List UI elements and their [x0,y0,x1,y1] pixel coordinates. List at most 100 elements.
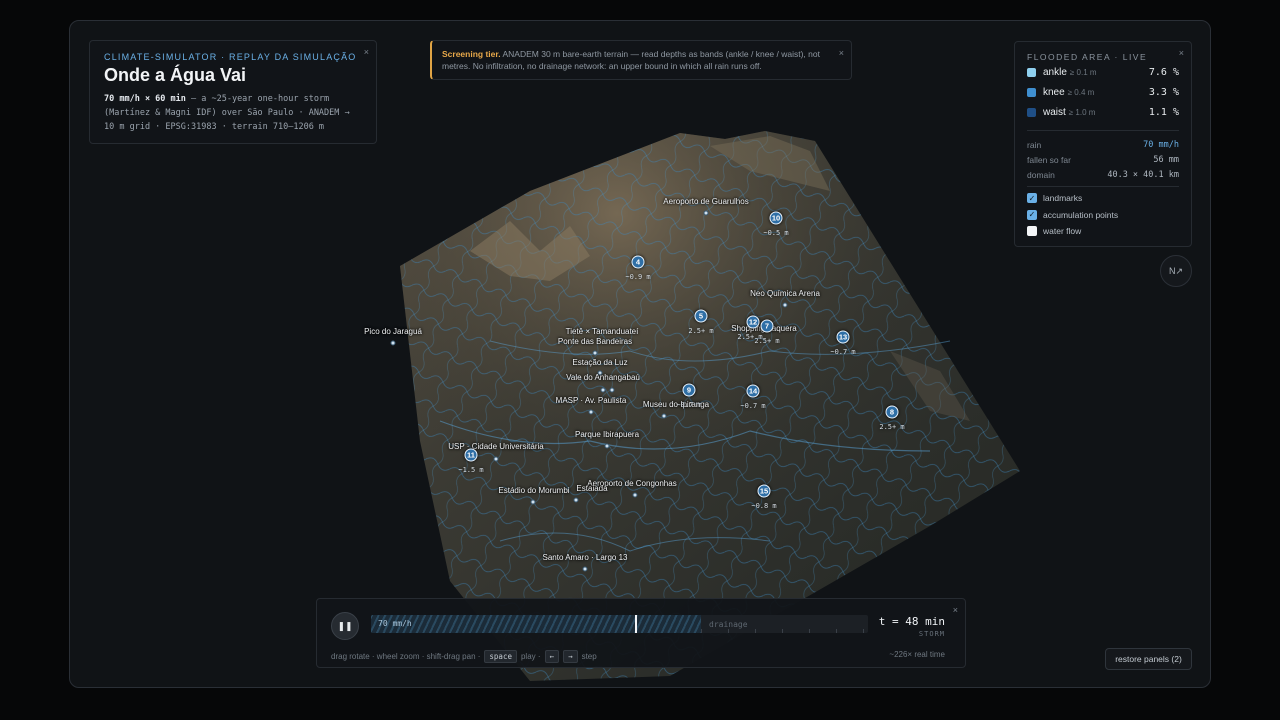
hint-text: play · [520,652,541,661]
landmark-label: Ponte das Bandeiras [557,337,633,346]
landmark-label: Estação da Luz [572,358,628,367]
compass-icon: N↗ [1168,265,1184,276]
accumulation-point[interactable]: 14 [746,384,760,398]
checkbox-unchecked-icon[interactable] [1027,226,1037,237]
accumulation-point[interactable]: 7 [760,319,774,333]
flood-level-ankle: ankle ≥ 0.1 m 7.6 % [1027,63,1179,82]
drainage-phase-label: drainage [709,620,748,629]
pause-icon: ❚❚ [337,620,353,631]
accumulation-point[interactable]: 4 [631,255,645,269]
accumulation-point[interactable]: 10 [769,211,783,225]
pause-button[interactable]: ❚❚ [331,612,359,640]
level-name: knee [1043,87,1065,98]
close-icon[interactable]: × [364,47,369,57]
checkbox-checked-icon[interactable]: ✓ [1027,193,1037,204]
notice-heading: Screening tier. [442,49,501,59]
stat-value: 56 mm [1153,154,1179,165]
level-percent: 1.1 % [1148,107,1179,118]
rain-phase-label: 70 mm/h [378,619,412,628]
point-depth: 2.5+ m [754,337,780,345]
landmark-dot[interactable] [530,499,536,505]
timeline-ticks [701,629,868,633]
toggle-label: landmarks [1043,193,1083,204]
stat-key: fallen so far [1027,154,1071,165]
flooded-area-panel: × FLOODED AREA · LIVE ankle ≥ 0.1 m 7.6 … [1014,41,1192,247]
level-percent: 3.3 % [1148,87,1179,98]
timeline-panel: × ❚❚ 70 mm/h drainage t = 48 min STORM d… [316,598,966,668]
point-depth: ~0.9 m [625,273,651,281]
accumulation-point[interactable]: 5 [694,309,708,323]
landmark-label: Estádio do Morumbi [498,486,570,495]
landmark-dot[interactable] [782,302,788,308]
timeline-scrubber[interactable]: 70 mm/h drainage [371,615,868,633]
landmark-dot[interactable] [588,409,594,415]
accumulation-point[interactable]: 12 [746,315,760,329]
toggle-label: water flow [1043,226,1082,237]
level-name: waist [1043,107,1066,118]
stat-rain: rain 70 mm/h [1027,137,1179,152]
toggle-water-flow[interactable]: water flow [1027,223,1179,240]
close-icon[interactable]: × [1179,48,1184,58]
landmark-dot[interactable] [390,340,396,346]
close-icon[interactable]: × [953,605,958,615]
divider [1027,186,1179,187]
landmark-dot[interactable] [604,443,610,449]
landmark-label: Tietê × Tamanduateí [565,327,639,336]
accumulation-point[interactable]: 15 [757,484,771,498]
controls-hint: drag rotate · wheel zoom · shift-drag pa… [331,650,597,663]
accumulation-point[interactable]: 8 [885,405,899,419]
point-depth: ~0.7 m [830,348,856,356]
compass-button[interactable]: N↗ [1160,255,1192,287]
flood-level-knee: knee ≥ 0.4 m 3.3 % [1027,83,1179,102]
toggle-accumulation-points[interactable]: ✓ accumulation points [1027,207,1179,224]
page-title: Onde a Água Vai [104,65,247,85]
accumulation-point[interactable]: 11 [464,448,478,462]
divider [1027,130,1179,131]
hint-text: drag rotate · wheel zoom · shift-drag pa… [331,652,481,661]
color-swatch [1027,68,1036,77]
playhead-handle[interactable] [635,615,637,633]
landmark-dot[interactable] [661,413,667,419]
point-depth: ~0.7 m [676,401,702,409]
point-depth: ~0.8 m [751,502,777,510]
close-icon[interactable]: × [839,47,844,59]
scenario-description: 70 mm/h × 60 min — a ~25-year one-hour s… [104,92,362,134]
level-threshold: ≥ 0.4 m [1067,88,1095,97]
point-depth: ~0.7 m [740,402,766,410]
playback-speed: ~226× real time [889,650,945,659]
landmark-dot[interactable] [703,210,709,216]
kbd-left: ← [544,650,560,663]
stat-key: domain [1027,169,1055,180]
restore-panels-button[interactable]: restore panels (2) [1105,648,1192,670]
landmark-dot[interactable] [582,566,588,572]
checkbox-checked-icon[interactable]: ✓ [1027,209,1037,220]
landmark-label: Aeroporto de Guarulhos [663,197,749,206]
accumulation-point[interactable]: 13 [836,330,850,344]
landmark-dot[interactable] [592,350,598,356]
time-readout: t = 48 min [878,615,945,628]
landmark-dot[interactable] [609,387,615,393]
storm-spec: 70 mm/h × 60 min [104,94,186,104]
stat-domain: domain 40.3 × 40.1 km [1027,167,1179,182]
point-depth: 2.5+ m [688,327,714,335]
app-window: Aeroporto de Guarulhos Neo Química Arena… [69,20,1211,688]
level-threshold: ≥ 0.1 m [1069,68,1097,77]
landmark-dot[interactable] [493,456,499,462]
landmark-dot[interactable] [573,497,579,503]
phase-label: STORM [918,630,945,638]
toggle-label: accumulation points [1043,209,1119,220]
stat-value: 70 mm/h [1143,139,1179,150]
landmark-dot[interactable] [600,387,606,393]
hint-text: step [581,652,597,661]
title-panel: × CLIMATE-SIMULATOR · REPLAY DA SIMULAÇÃ… [89,40,377,144]
accumulation-point[interactable]: 9 [682,383,696,397]
point-depth: ~0.5 m [763,229,789,237]
landmark-label: Vale do Anhangabaú [566,373,640,382]
landmark-label: MASP · Av. Paulista [555,396,627,405]
landmark-dot[interactable] [632,492,638,498]
stat-fallen: fallen so far 56 mm [1027,152,1179,167]
kbd-right: → [563,650,578,663]
toggle-landmarks[interactable]: ✓ landmarks [1027,190,1179,207]
kbd-space: space [484,650,517,663]
screening-notice: × Screening tier. ANADEM 30 m bare-earth… [430,40,852,80]
